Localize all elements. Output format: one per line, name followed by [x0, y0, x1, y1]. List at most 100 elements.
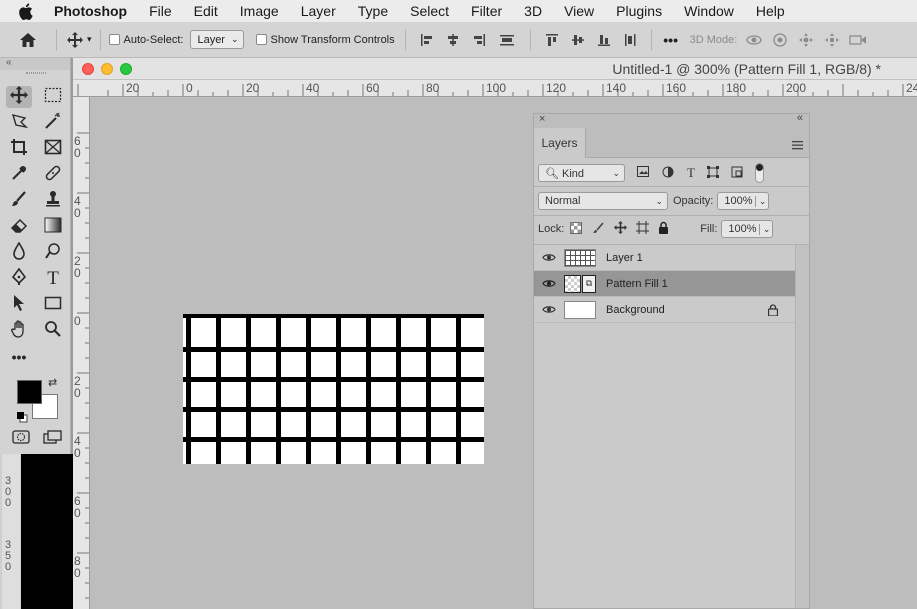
layers-panel-header[interactable]: × « — [534, 112, 809, 128]
edit-toolbar-button[interactable]: ••• — [6, 346, 32, 368]
menu-select[interactable]: Select — [399, 0, 460, 22]
layers-scrollbar[interactable] — [795, 245, 809, 608]
filter-pixel-icon[interactable] — [637, 166, 649, 180]
default-colors-icon[interactable] — [16, 410, 28, 428]
filter-toggle[interactable] — [754, 163, 764, 183]
menu-plugins[interactable]: Plugins — [605, 0, 673, 22]
align-horizontal-center-icon[interactable] — [440, 33, 466, 47]
menu-filter[interactable]: Filter — [460, 0, 513, 22]
magic-wand-tool[interactable] — [40, 112, 66, 134]
align-vertical-center-icon[interactable] — [565, 33, 591, 47]
align-right-icon[interactable] — [466, 33, 492, 47]
menu-app-name[interactable]: Photoshop — [54, 0, 138, 22]
tools-panel-header[interactable]: « — [0, 57, 70, 70]
home-icon[interactable] — [0, 32, 56, 48]
top-ruler[interactable]: 20 0 20 40 60 80 100 120 140 160 180 200… — [73, 80, 917, 97]
menu-view[interactable]: View — [553, 0, 605, 22]
3d-scale-icon[interactable] — [845, 33, 871, 47]
eraser-tool[interactable] — [6, 216, 32, 238]
quick-mask-button[interactable] — [8, 428, 34, 450]
swap-colors-icon[interactable]: ⇄ — [48, 376, 57, 389]
distribute-icon[interactable] — [492, 33, 522, 47]
frame-tool[interactable] — [40, 138, 66, 160]
collapse-icon[interactable]: « — [6, 57, 12, 68]
menu-edit[interactable]: Edit — [183, 0, 229, 22]
close-panel-icon[interactable]: × — [539, 113, 545, 125]
dodge-tool[interactable] — [40, 242, 66, 264]
menu-3d[interactable]: 3D — [513, 0, 553, 22]
eye-icon[interactable] — [534, 305, 564, 314]
menu-image[interactable]: Image — [229, 0, 290, 22]
more-options-icon[interactable]: ••• — [660, 32, 682, 48]
distribute-vertical-icon[interactable] — [617, 33, 643, 47]
auto-select-dropdown[interactable]: Layer ⌄ — [190, 30, 244, 49]
filter-type-icon[interactable]: T — [687, 165, 695, 181]
tool-preset-chevron-icon[interactable]: ▾ — [87, 34, 92, 45]
brush-tool[interactable] — [6, 190, 32, 212]
document-title-bar[interactable]: Untitled-1 @ 300% (Pattern Fill 1, RGB/8… — [73, 58, 917, 80]
drag-handle[interactable] — [26, 72, 46, 74]
zoom-tool[interactable] — [40, 320, 66, 342]
chevron-down-icon[interactable]: ⌄ — [758, 223, 770, 235]
close-window-button[interactable] — [82, 63, 94, 75]
opacity-input[interactable]: 100% ⌄ — [717, 192, 770, 210]
ruler-label: 120 — [546, 81, 567, 95]
gradient-tool[interactable] — [40, 216, 66, 238]
3d-orbit-icon[interactable] — [741, 33, 767, 47]
collapse-panel-icon[interactable]: « — [797, 112, 803, 124]
align-bottom-icon[interactable] — [591, 33, 617, 47]
move-tool[interactable] — [6, 85, 32, 108]
eyedropper-tool[interactable] — [6, 164, 32, 186]
zoom-window-button[interactable] — [120, 63, 132, 75]
3d-slide-icon[interactable] — [819, 32, 845, 48]
align-top-icon[interactable] — [539, 33, 565, 47]
minimize-window-button[interactable] — [101, 63, 113, 75]
screen-mode-button[interactable] — [40, 428, 66, 450]
layer-row-selected[interactable]: ⧉ Pattern Fill 1 — [534, 271, 795, 297]
chevron-down-icon[interactable]: ⌄ — [754, 195, 766, 207]
menu-window[interactable]: Window — [673, 0, 745, 22]
filter-kind-dropdown[interactable]: 🔍︎ Kind ⌄ — [538, 164, 625, 182]
tab-layers[interactable]: Layers — [534, 128, 586, 158]
lock-transparent-icon[interactable] — [570, 221, 583, 237]
eye-icon[interactable] — [534, 253, 564, 262]
lock-position-icon[interactable] — [614, 221, 628, 237]
layer-row[interactable]: Layer 1 — [534, 245, 795, 271]
left-ruler[interactable]: 6 0 4 0 2 0 0 2 0 4 0 6 0 8 0 — [73, 97, 90, 609]
move-tool-icon[interactable] — [65, 31, 85, 48]
crop-tool[interactable] — [6, 138, 32, 160]
clone-stamp-tool[interactable] — [40, 190, 66, 212]
menu-help[interactable]: Help — [745, 0, 796, 22]
align-left-icon[interactable] — [414, 33, 440, 47]
apple-icon[interactable] — [18, 2, 40, 20]
lock-pixels-icon[interactable] — [592, 221, 604, 237]
menu-file[interactable]: File — [138, 0, 183, 22]
healing-brush-tool[interactable] — [40, 164, 66, 186]
foreground-color-swatch[interactable] — [17, 380, 42, 404]
3d-roll-icon[interactable] — [767, 32, 793, 48]
lock-all-icon[interactable] — [658, 221, 669, 237]
fill-input[interactable]: 100% ⌄ — [721, 220, 774, 238]
menu-layer[interactable]: Layer — [290, 0, 347, 22]
path-selection-tool[interactable] — [6, 294, 32, 316]
marquee-tool[interactable] — [40, 86, 66, 108]
blur-tool[interactable] — [6, 240, 32, 264]
filter-shape-icon[interactable] — [706, 165, 719, 181]
lock-artboard-icon[interactable] — [636, 221, 650, 237]
eye-icon[interactable] — [534, 279, 564, 288]
show-transform-checkbox[interactable] — [255, 34, 267, 45]
blend-mode-dropdown[interactable]: Normal ⌄ — [538, 192, 668, 210]
auto-select-checkbox[interactable] — [108, 34, 120, 45]
layer-row[interactable]: Background — [534, 297, 795, 323]
lasso-tool[interactable] — [6, 112, 32, 134]
pattern-grid-image[interactable] — [183, 314, 484, 464]
pen-tool[interactable] — [6, 267, 32, 290]
rectangle-tool[interactable] — [40, 294, 66, 316]
filter-adjustment-icon[interactable] — [662, 166, 674, 181]
panel-menu-icon[interactable] — [792, 137, 804, 155]
menu-type[interactable]: Type — [347, 0, 399, 22]
type-tool[interactable]: T — [40, 268, 66, 290]
3d-pan-icon[interactable] — [793, 32, 819, 48]
hand-tool[interactable] — [6, 319, 32, 342]
filter-smart-object-icon[interactable] — [731, 166, 743, 181]
